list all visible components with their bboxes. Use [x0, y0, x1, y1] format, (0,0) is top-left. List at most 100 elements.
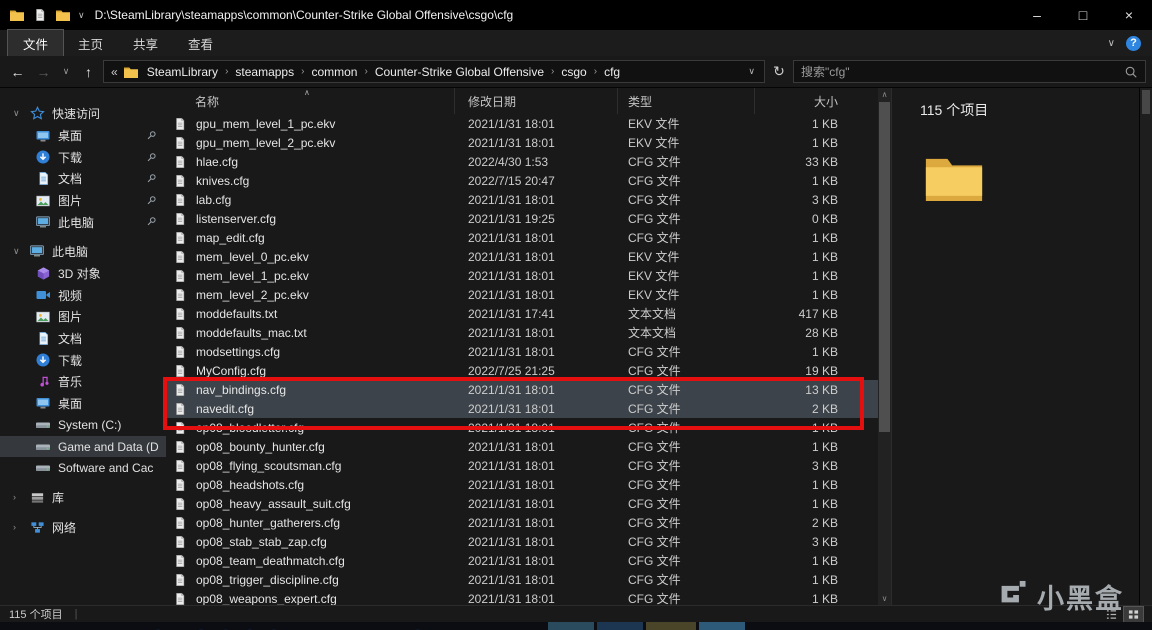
sidebar-section-libraries[interactable]: › 库 — [0, 486, 166, 509]
breadcrumb-separator-icon[interactable]: › — [593, 66, 598, 77]
sidebar-item[interactable]: 下载 — [0, 349, 166, 371]
recent-locations-icon[interactable]: ∨ — [58, 66, 74, 77]
file-row[interactable]: op08_heavy_assault_suit.cfg 2021/1/31 18:… — [166, 494, 878, 513]
back-button[interactable]: ← — [6, 64, 29, 80]
sidebar-item[interactable]: 桌面 — [0, 393, 166, 415]
sidebar-item[interactable]: 文档 — [0, 328, 166, 350]
file-type-cell: CFG 文件 — [628, 535, 681, 549]
ribbon-collapse-icon[interactable]: ∨ — [1108, 38, 1115, 49]
qat-new-folder-icon[interactable] — [55, 7, 71, 23]
sidebar-section-quick-access[interactable]: ∨ 快速访问 — [0, 102, 166, 125]
qat-properties-icon[interactable] — [32, 7, 48, 23]
expander-icon[interactable]: ∨ — [13, 108, 22, 119]
close-button[interactable]: × — [1106, 0, 1152, 30]
address-dropdown-icon[interactable]: ∨ — [744, 66, 759, 77]
file-icon — [172, 211, 188, 227]
breadcrumb-item[interactable]: common — [306, 64, 362, 80]
file-row[interactable]: mem_level_2_pc.ekv 2021/1/31 18:01 EKV 文件 1… — [166, 285, 878, 304]
sidebar-item[interactable]: Software and Cac — [0, 457, 166, 479]
file-row[interactable]: moddefaults_mac.txt 2021/1/31 18:01 文本文档 28… — [166, 323, 878, 342]
file-row[interactable]: op08_trigger_discipline.cfg 2021/1/31 18:… — [166, 570, 878, 589]
sidebar-item[interactable]: 音乐 — [0, 371, 166, 393]
breadcrumb-item[interactable]: cfg — [599, 64, 625, 80]
titlebar: ∨ D:\SteamLibrary\steamapps\common\Count… — [0, 0, 1152, 30]
file-date-cell: 2022/7/15 20:47 — [468, 173, 555, 188]
file-row[interactable]: op08_flying_scoutsman.cfg 2021/1/31 18:01… — [166, 456, 878, 475]
forward-button[interactable]: → — [32, 64, 55, 80]
sidebar-section-network[interactable]: › 网络 — [0, 516, 166, 539]
breadcrumb-separator-icon[interactable]: › — [300, 66, 305, 77]
breadcrumb-separator-icon[interactable]: › — [224, 66, 229, 77]
minimize-button[interactable]: – — [1014, 0, 1060, 30]
maximize-button[interactable]: □ — [1060, 0, 1106, 30]
scroll-up-icon[interactable]: ∧ — [878, 90, 891, 99]
breadcrumb-separator-icon[interactable]: › — [363, 66, 368, 77]
preview-scrollbar[interactable] — [1139, 88, 1152, 605]
file-row[interactable]: map_edit.cfg 2021/1/31 18:01 CFG 文件 1 KB — [166, 228, 878, 247]
sidebar-item[interactable]: 文档 — [0, 168, 166, 190]
file-name-cell: op08_bounty_hunter.cfg — [166, 439, 455, 455]
breadcrumb-item[interactable]: csgo — [556, 64, 591, 80]
column-header-3[interactable]: 大小 — [755, 88, 855, 114]
file-row[interactable]: mem_level_1_pc.ekv 2021/1/31 18:01 EKV 文件 1… — [166, 266, 878, 285]
file-row[interactable]: op08_hunter_gatherers.cfg 2021/1/31 18:01… — [166, 513, 878, 532]
file-row[interactable]: modsettings.cfg 2021/1/31 18:01 CFG 文件 1 KB — [166, 342, 878, 361]
breadcrumb-item[interactable]: Counter-Strike Global Offensive — [370, 64, 549, 80]
file-date-cell: 2021/1/31 18:01 — [468, 344, 555, 359]
breadcrumb-separator-icon[interactable]: › — [550, 66, 555, 77]
sidebar-section-this-pc[interactable]: ∨ 此电脑 — [0, 240, 166, 263]
file-row[interactable]: mem_level_0_pc.ekv 2021/1/31 18:01 EKV 文件 1… — [166, 247, 878, 266]
file-size-cell: 0 KB — [811, 211, 838, 226]
file-row[interactable]: op08_stab_stab_zap.cfg 2021/1/31 18:01 CFG… — [166, 532, 878, 551]
video-icon — [35, 287, 51, 303]
file-row[interactable]: gpu_mem_level_2_pc.ekv 2021/1/31 18:01 EKV… — [166, 133, 878, 152]
search-input[interactable]: 搜索"cfg" — [793, 60, 1146, 83]
expander-icon[interactable]: ∨ — [13, 246, 22, 257]
file-row[interactable]: op08_bounty_hunter.cfg 2021/1/31 18:01 CFG… — [166, 437, 878, 456]
ribbon-tab-home[interactable]: 主页 — [63, 30, 118, 56]
scrollbar-thumb[interactable] — [879, 102, 890, 432]
sidebar-item[interactable]: 图片 — [0, 306, 166, 328]
column-header-1[interactable]: 修改日期 — [455, 88, 618, 114]
breadcrumb-overflow-icon[interactable]: « — [109, 65, 120, 79]
sidebar-item[interactable]: 图片 — [0, 190, 166, 212]
sidebar-item[interactable]: System (C:) — [0, 414, 166, 436]
file-list: 名称 修改日期 类型 大小 ∧ gpu_mem_level_1_pc.ekv 2021/1… — [166, 88, 878, 605]
search-icon[interactable] — [1124, 65, 1138, 79]
preview-scrollbar-thumb[interactable] — [1142, 90, 1150, 114]
file-row[interactable]: op08_team_deathmatch.cfg 2021/1/31 18:01 C… — [166, 551, 878, 570]
ribbon-tab-file[interactable]: 文件 — [6, 29, 65, 57]
address-bar[interactable]: « SteamLibrary › steamapps › common › Counter-… — [103, 60, 765, 83]
thumbnail-view-icon[interactable] — [1123, 605, 1144, 623]
file-row[interactable]: gpu_mem_level_1_pc.ekv 2021/1/31 18:01 EKV… — [166, 114, 878, 133]
file-row[interactable]: hlae.cfg 2022/4/30 1:53 CFG 文件 33 KB — [166, 152, 878, 171]
file-row[interactable]: moddefaults.txt 2021/1/31 17:41 文本文档 417 KB — [166, 304, 878, 323]
sidebar-item[interactable]: Game and Data (D — [0, 435, 166, 458]
file-row[interactable]: op08_weapons_expert.cfg 2021/1/31 18:01 CF… — [166, 589, 878, 605]
refresh-icon[interactable]: ↻ — [768, 63, 790, 80]
expander-icon[interactable]: › — [13, 492, 22, 502]
ribbon-tab-view[interactable]: 查看 — [173, 30, 228, 56]
file-row[interactable]: lab.cfg 2021/1/31 18:01 CFG 文件 3 KB — [166, 190, 878, 209]
scroll-down-icon[interactable]: ∨ — [878, 594, 891, 603]
qat-dropdown-icon[interactable]: ∨ — [78, 10, 85, 21]
ribbon-tab-share[interactable]: 共享 — [118, 30, 173, 56]
breadcrumb-item[interactable]: steamapps — [230, 64, 299, 80]
sidebar-item[interactable]: 此电脑 — [0, 211, 166, 233]
sidebar-item[interactable]: 下载 — [0, 147, 166, 169]
sidebar-item[interactable]: 视频 — [0, 285, 166, 307]
expander-icon[interactable]: › — [13, 522, 22, 532]
up-button[interactable]: ↑ — [77, 64, 100, 80]
file-row[interactable]: listenserver.cfg 2021/1/31 19:25 CFG 文件 0 K… — [166, 209, 878, 228]
file-row[interactable]: op08_headshots.cfg 2021/1/31 18:01 CFG 文件 1… — [166, 475, 878, 494]
file-row[interactable]: knives.cfg 2022/7/15 20:47 CFG 文件 1 KB — [166, 171, 878, 190]
file-name-cell: hlae.cfg — [166, 154, 455, 170]
help-icon[interactable]: ? — [1126, 35, 1141, 51]
breadcrumb-item[interactable]: SteamLibrary — [142, 64, 223, 80]
column-header-2[interactable]: 类型 — [618, 88, 755, 114]
file-name-cell: listenserver.cfg — [166, 211, 455, 227]
sidebar-item[interactable]: 桌面 — [0, 125, 166, 147]
file-list-scrollbar[interactable]: ∧ ∨ — [878, 88, 891, 605]
column-header-0[interactable]: 名称 — [166, 88, 455, 114]
sidebar-item[interactable]: 3D 对象 — [0, 263, 166, 285]
